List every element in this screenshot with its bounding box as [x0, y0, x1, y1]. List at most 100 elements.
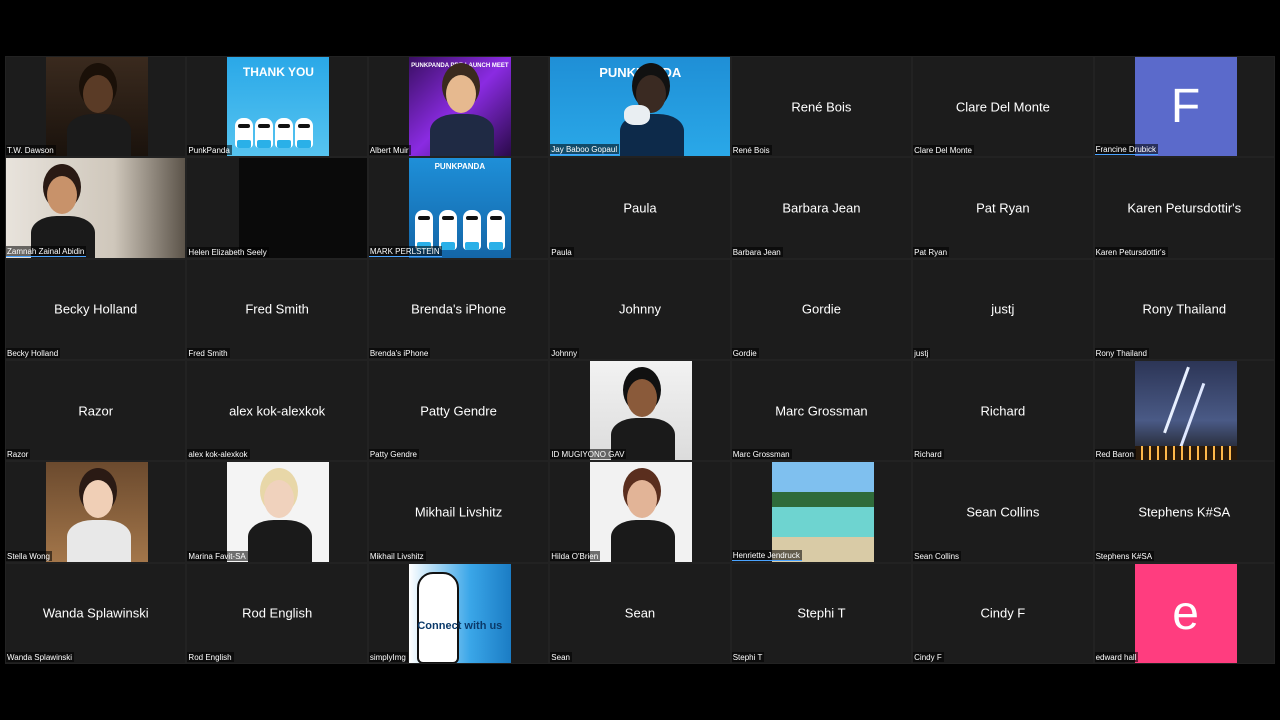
- participant-tile[interactable]: Zamnah Zainal Abidin: [5, 157, 187, 259]
- participant-tile[interactable]: justj justj: [912, 258, 1094, 360]
- participant-name: Razor: [78, 403, 114, 419]
- participant-label: René Bois: [731, 145, 772, 156]
- participant-name: Sean: [624, 605, 656, 621]
- participant-tile[interactable]: Marc Grossman Marc Grossman: [730, 360, 913, 462]
- participant-label: simplyImg: [368, 652, 408, 662]
- participant-name: Stephens K#SA: [1138, 504, 1231, 520]
- participant-label: Razor: [6, 449, 31, 460]
- participant-tile[interactable]: alex kok-alexkok alex kok-alexkok: [186, 360, 368, 462]
- participant-tile[interactable]: Mikhail Livshitz Mikhail Livshitz: [367, 461, 550, 563]
- participant-name: Gordie: [801, 301, 841, 317]
- participant-tile[interactable]: PUNKPANDA MARK PERLSTEIN: [367, 157, 550, 259]
- panda-figure: [414, 209, 433, 250]
- participant-label: Albert Muir: [368, 145, 411, 156]
- participant-tile[interactable]: Pat Ryan Pat Ryan: [912, 157, 1094, 259]
- participant-label: Rony Thailand: [1094, 348, 1150, 358]
- participant-tile[interactable]: Barbara Jean Barbara Jean: [730, 157, 913, 259]
- participant-tile[interactable]: Becky Holland Becky Holland: [5, 258, 187, 360]
- participant-label: Hilda O'Brien: [550, 550, 601, 561]
- participant-label: Francine Drubick: [1094, 144, 1159, 156]
- participant-name: Paula: [623, 200, 657, 216]
- participant-tile[interactable]: Sean Sean: [549, 562, 731, 664]
- participant-label: Mikhail Livshitz: [368, 550, 426, 561]
- participant-tile[interactable]: Razor Razor: [5, 360, 187, 462]
- participant-tile[interactable]: T.W. Dawson: [5, 56, 187, 158]
- person-head: [627, 379, 658, 417]
- participant-label: justj: [913, 348, 931, 358]
- person-head: [445, 75, 476, 113]
- person-head: [83, 480, 113, 519]
- participant-tile[interactable]: e edward hall: [1093, 562, 1275, 664]
- participant-tile[interactable]: Stephi T Stephi T: [730, 562, 913, 664]
- participant-name: Sean Collins: [966, 504, 1040, 520]
- participant-label: Zamnah Zainal Abidin: [6, 245, 87, 257]
- participant-tile[interactable]: Sean Collins Sean Collins: [912, 461, 1094, 563]
- participant-tile[interactable]: Cindy F Cindy F: [912, 562, 1094, 664]
- participant-tile[interactable]: THANK YOU PunkPanda: [186, 56, 368, 158]
- participant-tile[interactable]: ID MUGIYONO GAV: [549, 360, 731, 462]
- person-head: [83, 75, 113, 113]
- participant-label: Henriette Jendruck: [731, 549, 802, 561]
- participant-tile[interactable]: Henriette Jendruck: [730, 461, 913, 563]
- participant-name: Johnny: [619, 301, 661, 317]
- panda-figure: [416, 571, 459, 663]
- person-head: [264, 480, 295, 519]
- participant-label: edward hall: [1094, 652, 1139, 662]
- participant-label: ID MUGIYONO GAV: [550, 449, 627, 460]
- participant-tile[interactable]: Wanda Splawinski Wanda Splawinski: [5, 562, 187, 664]
- participant-tile[interactable]: Richard Richard: [912, 360, 1094, 462]
- participant-tile[interactable]: Gordie Gordie: [730, 258, 913, 360]
- participant-tile[interactable]: Hilda O'Brien: [549, 461, 731, 563]
- participant-tile[interactable]: Johnny Johnny: [549, 258, 731, 360]
- person-figure: [67, 114, 131, 157]
- participant-tile[interactable]: Stella Wong: [5, 461, 187, 563]
- participant-name: Richard: [980, 403, 1026, 419]
- person-figure: [67, 519, 131, 562]
- participant-label: Helen Elizabeth Seely: [187, 246, 269, 257]
- participant-tile[interactable]: Rony Thailand Rony Thailand: [1093, 258, 1275, 360]
- panda-figure: [235, 118, 254, 149]
- participant-tile[interactable]: Patty Gendre Patty Gendre: [367, 360, 550, 462]
- participant-tile[interactable]: Stephens K#SA Stephens K#SA: [1093, 461, 1275, 563]
- participant-tile[interactable]: Clare Del Monte Clare Del Monte: [912, 56, 1094, 158]
- participant-tile[interactable]: Connect with us simplyImg: [367, 562, 550, 664]
- participant-tile[interactable]: Brenda's iPhone Brenda's iPhone: [367, 258, 550, 360]
- participant-tile[interactable]: Karen Petursdottir's Karen Petursdottir's: [1093, 157, 1275, 259]
- participant-tile[interactable]: PUNKPANDA Jay Baboo Gopaul: [549, 56, 731, 158]
- participant-tile[interactable]: F Francine Drubick: [1093, 56, 1275, 158]
- person-head: [627, 480, 658, 519]
- avatar: e: [1134, 563, 1237, 663]
- participant-name: justj: [991, 301, 1015, 317]
- city-lights: [1134, 446, 1237, 461]
- overlay-text: PUNKPANDA PRE-LAUNCH MEET: [411, 63, 509, 69]
- participant-tile[interactable]: Marina Favit-SA: [186, 461, 368, 563]
- panda-figure: [295, 118, 314, 149]
- panda-figure: [438, 209, 457, 250]
- photo: [227, 462, 330, 562]
- photo: [590, 462, 693, 562]
- participant-tile[interactable]: Paula Paula: [549, 157, 731, 259]
- participant-tile[interactable]: Fred Smith Fred Smith: [186, 258, 368, 360]
- participant-tile[interactable]: Red Baron: [1093, 360, 1275, 462]
- person-figure: [611, 519, 676, 562]
- participant-label: Johnny: [550, 348, 580, 358]
- person-figure: [429, 114, 494, 157]
- gallery-view: T.W. Dawson THANK YOU PunkPanda PUNKPANDA P…: [5, 56, 1275, 664]
- participant-label: PunkPanda: [187, 145, 232, 156]
- participant-tile[interactable]: Helen Elizabeth Seely: [186, 157, 368, 259]
- face-mask: [624, 105, 651, 125]
- photo: [46, 462, 148, 562]
- participant-name: Cindy F: [980, 605, 1026, 621]
- participant-label: Paula: [550, 246, 574, 257]
- participant-tile[interactable]: Rod English Rod English: [186, 562, 368, 664]
- video-feed: [239, 158, 367, 258]
- participant-tile[interactable]: René Bois René Bois: [730, 56, 913, 158]
- participant-name: Mikhail Livshitz: [414, 504, 503, 520]
- participant-tile[interactable]: PUNKPANDA PRE-LAUNCH MEET Albert Muir: [367, 56, 550, 158]
- participant-name: Fred Smith: [245, 301, 309, 317]
- participant-label: Sean: [550, 652, 572, 662]
- image-feed: [771, 462, 874, 562]
- participant-name: Patty Gendre: [420, 403, 497, 419]
- image-feed: PUNKPANDA PRE-LAUNCH MEET: [408, 57, 511, 157]
- participant-label: Jay Baboo Gopaul: [550, 144, 620, 156]
